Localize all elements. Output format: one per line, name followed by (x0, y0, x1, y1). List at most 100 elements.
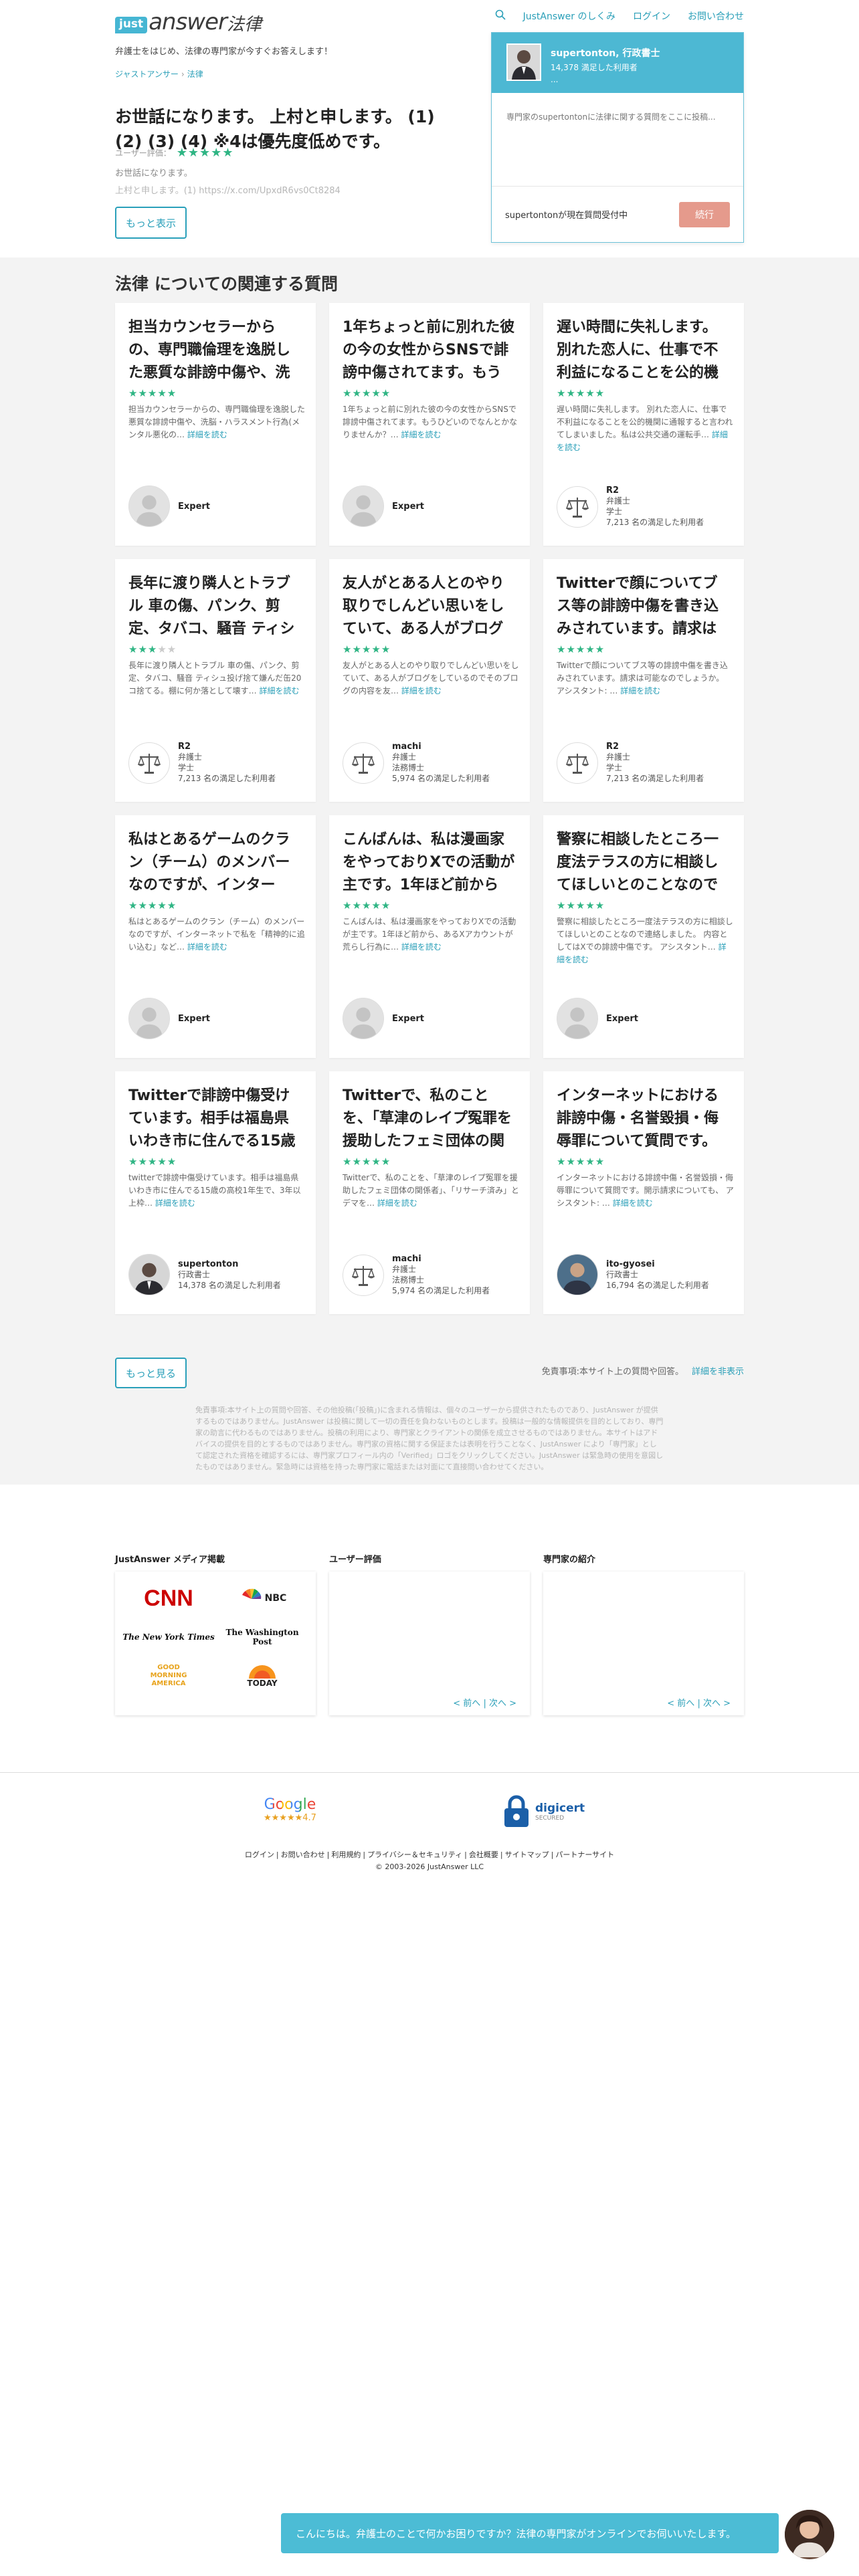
card-title[interactable]: 1年ちょっと前に別れた彼の今の女性からSNSで誹謗中傷されてます。もう (343, 316, 516, 385)
card-title[interactable]: 長年に渡り隣人とトラブル 車の傷、パンク、剪定、タバコ、騒音 ティシ (128, 572, 302, 641)
card-title[interactable]: 友人がとある人とのやり取りでしんどい思いをしていて、ある人がブログ (343, 572, 516, 641)
question-textarea[interactable]: 専門家のsupertontonに法律に関する質問をここに投稿... (492, 93, 743, 173)
related-question-card[interactable]: 友人がとある人とのやり取りでしんどい思いをしていて、ある人がブログ ★★★★★ 友人… (329, 559, 530, 802)
related-question-card[interactable]: 遅い時間に失礼します。別れた恋人に、仕事で不利益になることを公的機 ★★★★★ 遅い… (543, 303, 744, 546)
card-expert: R2 弁護士 学士 7,213 名の満足した利用者 (557, 486, 704, 528)
card-title[interactable]: 警察に相談したところ一度法テラスの方に相談してほしいとのことなので (557, 829, 731, 897)
footer-link-sitemap[interactable]: サイトマップ (505, 1850, 549, 1859)
expert-name: ito-gyosei (606, 1259, 655, 1269)
card-rating-stars-icon: ★★★★★ (557, 387, 605, 399)
related-question-card[interactable]: 1年ちょっと前に別れた彼の今の女性からSNSで誹謗中傷されてます。もう ★★★★★… (329, 303, 530, 546)
card-rating-stars-icon: ★★★★★ (557, 1156, 605, 1168)
card-snippet: 私はとあるゲームのクラン（チーム）のメンバーなのですが、インターネットで私を「精… (128, 917, 305, 952)
related-question-card[interactable]: 担当カウンセラーからの、専門職倫理を逸脱した悪質な誹謗中傷や、洗脳 ★★★★★ 担当… (115, 303, 316, 546)
related-question-card[interactable]: 警察に相談したところ一度法テラスの方に相談してほしいとのことなので ★★★★★ 警察… (543, 815, 744, 1058)
search-icon[interactable] (495, 9, 506, 23)
reviews-prev-link[interactable]: < 前へ (453, 1699, 480, 1709)
expert-role: 弁護士 (392, 1265, 417, 1274)
read-more-link[interactable]: 詳細を読む (401, 430, 441, 439)
footer-link-privacy[interactable]: プライバシー＆セキュリティ (367, 1850, 462, 1859)
expert-name: machi (392, 742, 421, 752)
card-expert: machi 弁護士 法務博士 5,974 名の満足した利用者 (343, 1254, 490, 1296)
related-question-card[interactable]: 私はとあるゲームのクラン（チーム）のメンバーなのですが、インター ★★★★★ 私はと… (115, 815, 316, 1058)
expert-name: R2 (606, 486, 619, 496)
related-question-card[interactable]: こんばんは、私は漫画家をやっておりXでの活動が主です。1年ほど前から ★★★★★ こ… (329, 815, 530, 1058)
read-more-link[interactable]: 詳細を読む (401, 942, 442, 952)
read-more-link[interactable]: 詳細を読む (613, 1198, 653, 1208)
hide-details-link[interactable]: 詳細を非表示 (692, 1367, 744, 1377)
expert-name: Expert (392, 1013, 425, 1024)
card-expert: supertonton 行政書士 14,378 名の満足した利用者 (128, 1254, 281, 1295)
question-body-line: お世話になります。 (115, 169, 193, 179)
card-title[interactable]: インターネットにおける誹謗中傷・名誉毀損・侮辱罪について質問です。 (557, 1085, 731, 1153)
reviews-next-link[interactable]: 次へ > (489, 1699, 516, 1709)
related-question-card[interactable]: Twitterで誹謗中傷受けています。相手は福島県いわき市に住んでる15歳 ★★★… (115, 1071, 316, 1314)
expert-satisfied: 14,378 満足した利用者 (551, 63, 638, 72)
card-snippet: twitterで誹謗中傷受けています。相手は福島県いわき市に住んでる15歳の高校… (128, 1173, 301, 1208)
read-more-link[interactable]: 詳細を読む (187, 942, 227, 952)
expert-satisfied: 7,213 名の満足した利用者 (606, 518, 704, 527)
card-title[interactable]: Twitterで誹謗中傷受けています。相手は福島県いわき市に住んでる15歳 (128, 1085, 302, 1153)
footer-link-about[interactable]: 会社概要 (469, 1850, 498, 1859)
google-rating-badge[interactable]: Google ★★★★★4.7 (264, 1796, 316, 1823)
lock-icon (504, 1795, 529, 1827)
expert-avatar (343, 1254, 384, 1296)
page: just answer 法律 弁護士をはじめ、法律の専門家が今すぐお答えします！… (0, 0, 859, 2576)
read-more-link[interactable]: 詳細を読む (401, 686, 442, 695)
breadcrumb-home[interactable]: ジャストアンサー (115, 70, 179, 79)
expert-avatar (557, 998, 598, 1039)
see-more-button[interactable]: もっと見る (115, 1358, 187, 1388)
nav-howto-link[interactable]: JustAnswer のしくみ (523, 9, 615, 23)
read-more-link[interactable]: 詳細を読む (187, 430, 227, 439)
expert-name: Expert (606, 1013, 639, 1024)
digicert-sub: SECURED (535, 1815, 565, 1822)
footer-link-contact[interactable]: お問い合わせ (281, 1850, 325, 1859)
card-expert: Expert (128, 486, 210, 527)
justanswer-logo[interactable]: just answer 法律 (115, 11, 262, 33)
related-question-card[interactable]: インターネットにおける誹謗中傷・名誉毀損・侮辱罪について質問です。 ★★★★★ イン… (543, 1071, 744, 1314)
card-title[interactable]: 担当カウンセラーからの、専門職倫理を逸脱した悪質な誹謗中傷や、洗脳 (128, 316, 302, 385)
footer-link-terms[interactable]: 利用規約 (331, 1850, 361, 1859)
related-grid: 担当カウンセラーからの、専門職倫理を逸脱した悪質な誹謗中傷や、洗脳 ★★★★★ 担当… (115, 303, 744, 1314)
nav-contact-link[interactable]: お問い合わせ (688, 9, 744, 23)
card-snippet: インターネットにおける誹謗中傷・名誉毀損・侮辱罪について質問です。開示請求につい… (557, 1173, 734, 1208)
expert-role: 学士 (606, 507, 623, 516)
expert-avatar (343, 486, 384, 527)
expert-avatar (343, 742, 384, 784)
disclaimer-short: 免責事項:本サイト上の質問や回答。 詳細を非表示 (542, 1364, 744, 1377)
breadcrumb-law[interactable]: 法律 (187, 70, 203, 79)
read-more-link[interactable]: 詳細を読む (155, 1198, 195, 1208)
chat-prompt-bubble[interactable]: こんにちは。弁護士のことで何かお困りですか？法律の専門家がオンラインでお伺いいた… (281, 2513, 779, 2553)
card-title[interactable]: Twitterで顔についてブス等の誹謗中傷を書き込みされています。請求は (557, 572, 731, 641)
show-more-button[interactable]: もっと表示 (115, 207, 187, 239)
nav-login-link[interactable]: ログイン (633, 9, 670, 23)
related-questions-section: 法律 についての関連する質問 担当カウンセラーからの、専門職倫理を逸脱した悪質な… (0, 257, 859, 1485)
related-question-card[interactable]: Twitterで、私のことを、「草津のレイプ冤罪を援助したフェミ団体の関 ★★★★… (329, 1071, 530, 1314)
card-title[interactable]: こんばんは、私は漫画家をやっておりXでの活動が主です。1年ほど前から (343, 829, 516, 897)
chat-assistant-avatar[interactable] (783, 2508, 836, 2561)
google-stars: ★★★★★4.7 (264, 1813, 316, 1823)
question-rating: ユーザー評価： ★★★★★ (115, 146, 233, 160)
read-more-link[interactable]: 詳細を読む (259, 686, 299, 695)
experts-prev-link[interactable]: < 前へ (667, 1699, 694, 1709)
digicert-badge[interactable]: digicert SECURED (502, 1792, 602, 1832)
footer: Google ★★★★★4.7 digicert SECURED ログイン | お問… (0, 1772, 859, 1886)
footer-link-partners[interactable]: パートナーサイト (555, 1850, 614, 1859)
card-expert: R2 弁護士 学士 7,213 名の満足した利用者 (557, 742, 704, 784)
continue-button[interactable]: 続行 (679, 201, 730, 227)
card-title[interactable]: 私はとあるゲームのクラン（チーム）のメンバーなのですが、インター (128, 829, 302, 897)
card-title[interactable]: Twitterで、私のことを、「草津のレイプ冤罪を援助したフェミ団体の関 (343, 1085, 516, 1153)
read-more-link[interactable]: 詳細を読む (620, 686, 660, 695)
reviews-box: < 前へ | 次へ > (329, 1572, 530, 1715)
expert-role: 行政書士 (178, 1269, 211, 1279)
related-question-card[interactable]: Twitterで顔についてブス等の誹謗中傷を書き込みされています。請求は ★★★★… (543, 559, 744, 802)
related-question-card[interactable]: 長年に渡り隣人とトラブル 車の傷、パンク、剪定、タバコ、騒音 ティシ ★★★★★ 長… (115, 559, 316, 802)
card-title[interactable]: 遅い時間に失礼します。別れた恋人に、仕事で不利益になることを公的機 (557, 316, 731, 385)
card-expert: Expert (128, 998, 210, 1039)
expert-avatar (128, 742, 170, 784)
read-more-link[interactable]: 詳細を読む (377, 1198, 417, 1208)
question-body: お世話になります。 上村と申します。(1) https://x.com/Upxd… (115, 165, 341, 200)
experts-next-link[interactable]: 次へ > (703, 1699, 731, 1709)
footer-link-login[interactable]: ログイン (245, 1850, 274, 1859)
card-snippet: 遅い時間に失礼します。 別れた恋人に、仕事で不利益になることを公的機関に通報する… (557, 405, 733, 452)
